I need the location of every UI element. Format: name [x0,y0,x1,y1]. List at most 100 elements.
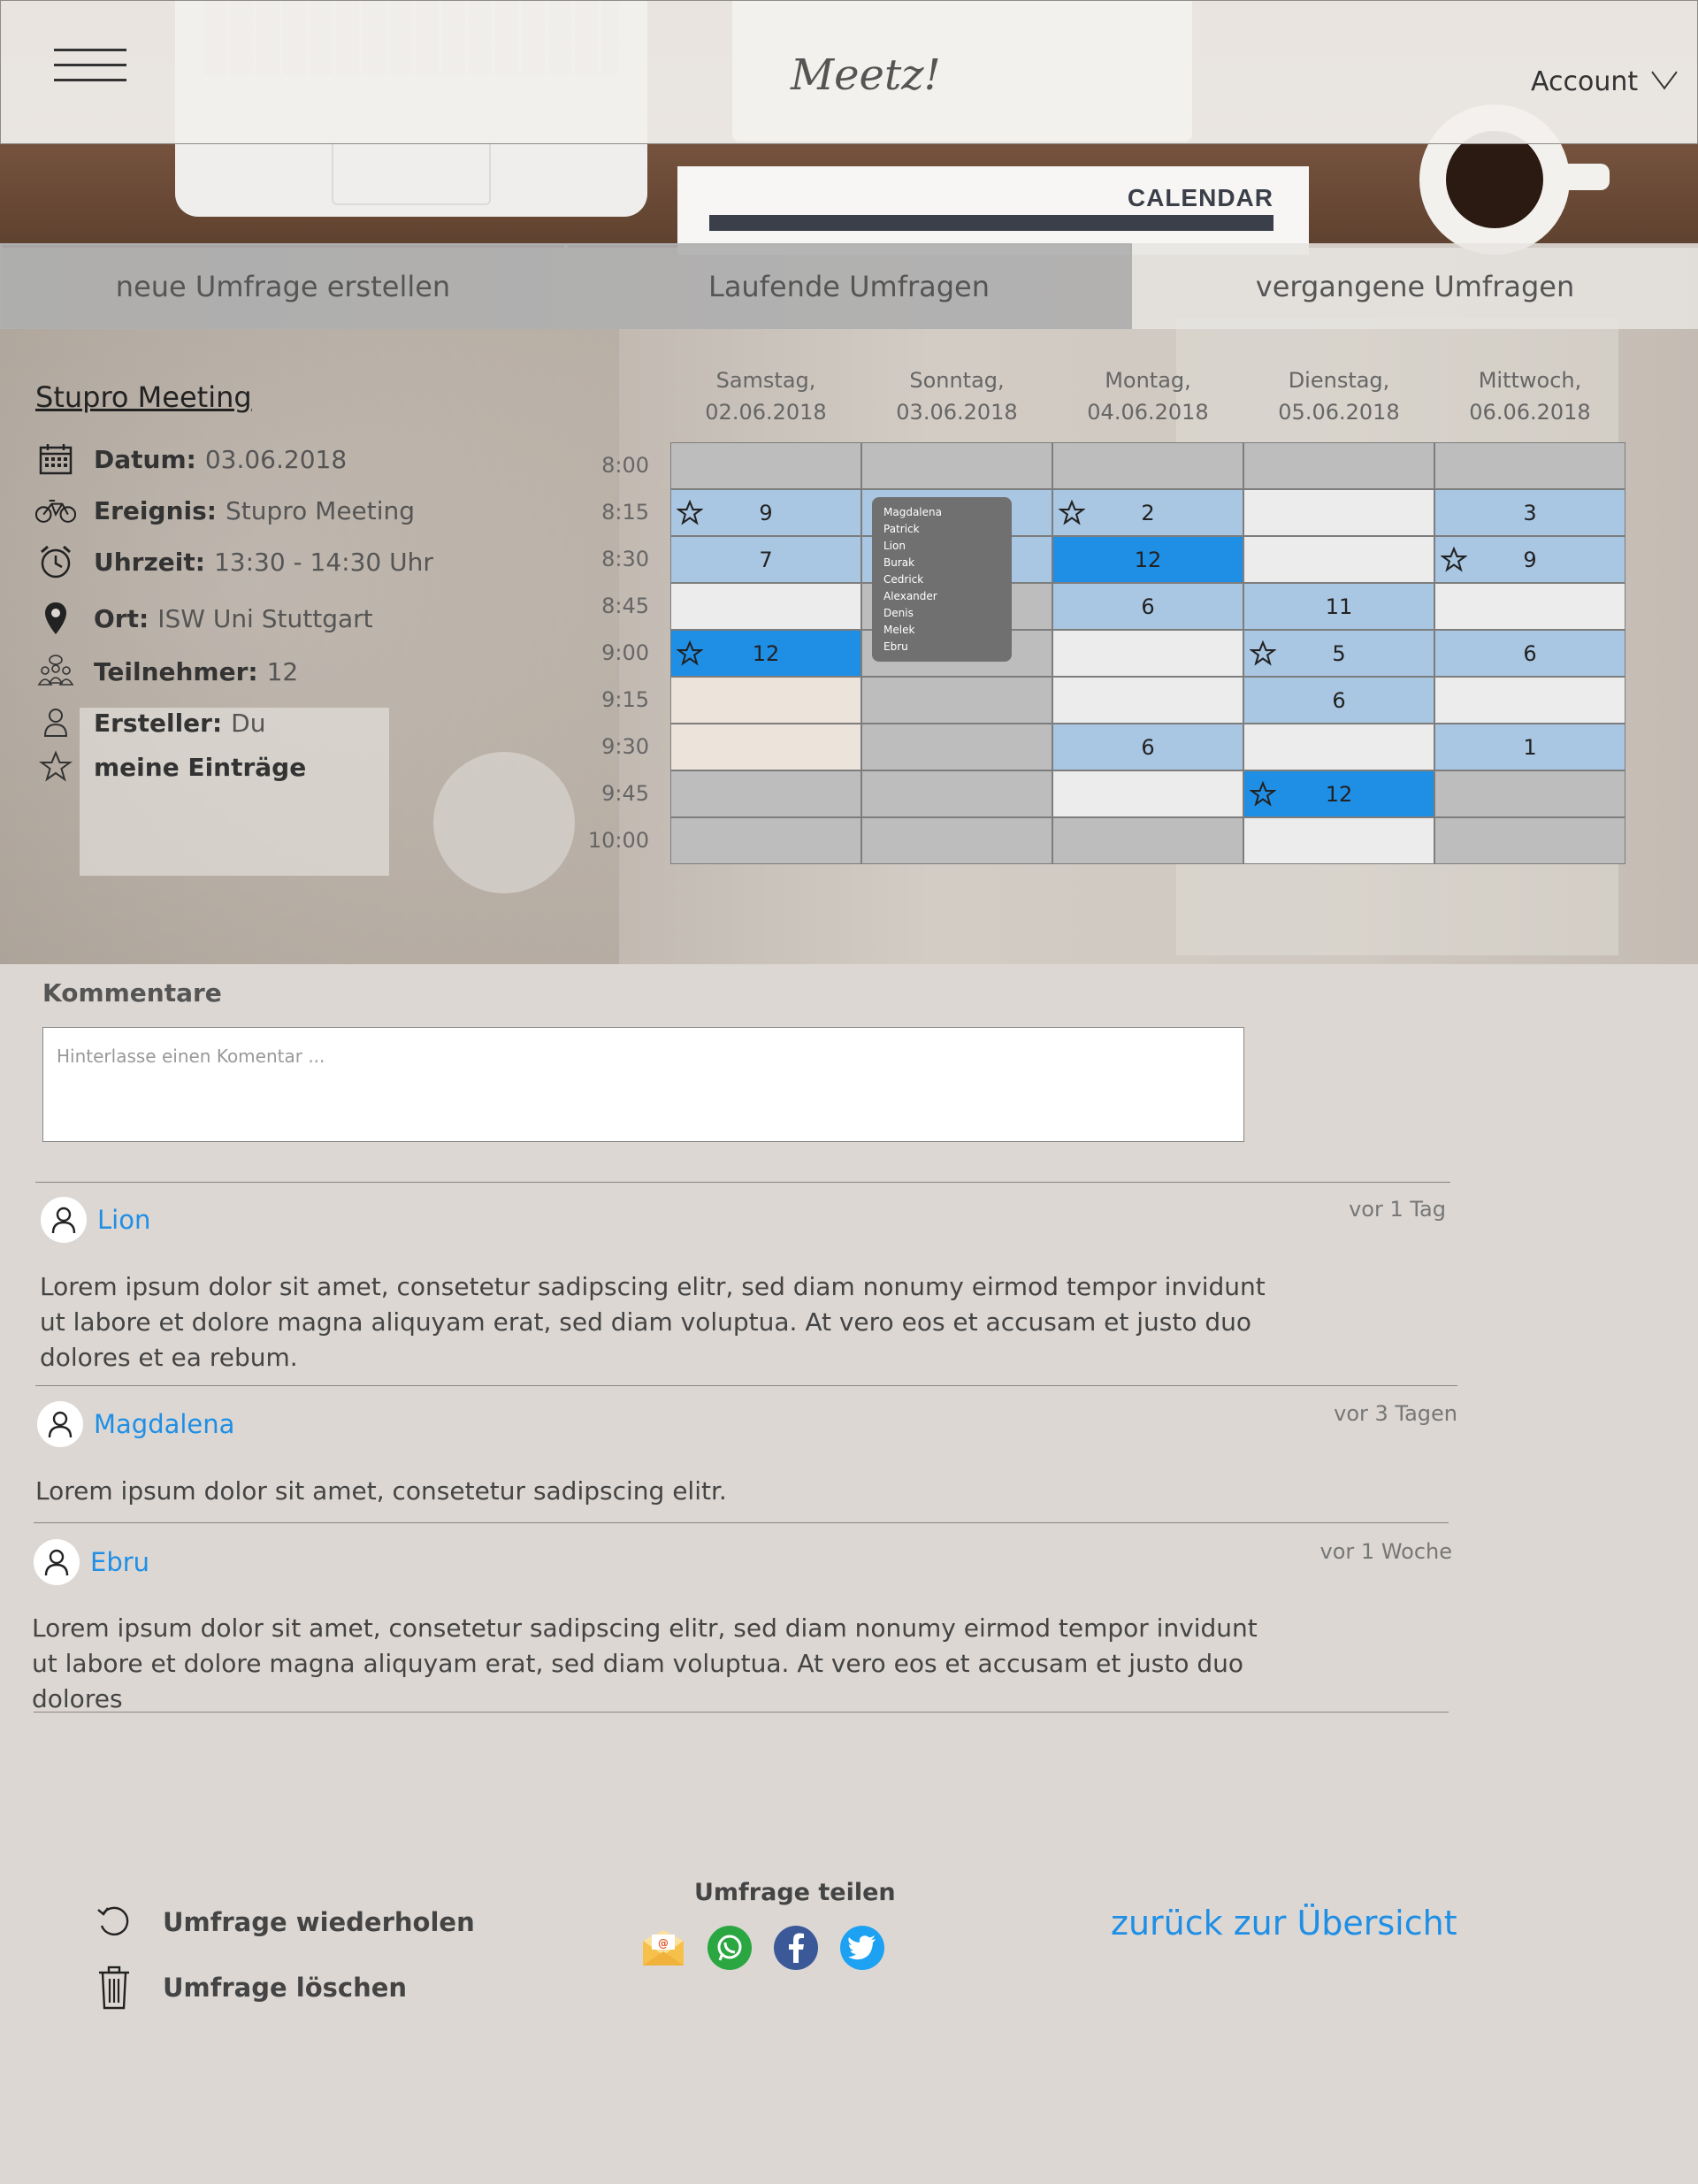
time-slot-cell[interactable]: 12 [1243,770,1434,817]
meta-value: Stupro Meeting [225,495,416,525]
popup-name: Burak [883,556,915,569]
star-icon [1440,546,1468,579]
time-label: 8:00 [601,453,649,478]
whatsapp-icon[interactable] [708,1926,752,1970]
time-slot-cell [1434,817,1625,864]
meta-value: 12 [266,656,299,686]
repeat-survey-button[interactable]: Umfrage wiederholen [92,1898,475,1946]
meta-label: Ort: [94,603,149,633]
time-slot-cell [670,817,861,864]
meta-uhrzeit: Uhrzeit: 13:30 - 14:30 Uhr [35,543,433,580]
time-slot-cell[interactable]: 2 [1052,489,1243,536]
star-icon [1249,780,1277,813]
comment-text: Lorem ipsum dolor sit amet, consetetur s… [35,1476,727,1506]
time-slot-cell[interactable] [1243,817,1434,864]
day-date: 04.06.2018 [1087,400,1209,425]
time-slot-cell[interactable]: 5 [1243,630,1434,677]
comment-author-name: Magdalena [94,1409,235,1439]
trash-icon [92,1964,136,2012]
time-slot-cell[interactable] [1243,724,1434,770]
time-slot-cell[interactable]: 6 [1052,583,1243,630]
comment-author[interactable]: Ebru [34,1539,149,1585]
comment-author[interactable]: Magdalena [37,1401,234,1447]
meta-teilnehmer: Teilnehmer: 12 [35,653,298,690]
meta-value: Du [231,708,266,738]
time-slot-cell[interactable]: 3 [1434,489,1625,536]
time-label: 8:15 [601,500,649,525]
meta-label: Ersteller: [94,708,223,738]
account-menu[interactable]: Account [1531,55,1678,97]
meta-meine-eintraege: meine Einträge [35,748,315,785]
vote-count: 7 [759,547,773,572]
participant-popup: Magdalena Patrick Lion Burak Cedrick Ale… [872,497,1012,662]
time-slot-cell[interactable]: 12 [1052,536,1243,583]
time-label: 9:30 [601,734,649,759]
tab-vergangene-umfragen[interactable]: vergangene Umfragen [1132,243,1698,329]
meeting-title[interactable]: Stupro Meeting [35,380,252,414]
time-slot-cell[interactable]: 9 [670,489,861,536]
time-slot-cell[interactable] [1052,630,1243,677]
time-slot-cell[interactable] [1052,770,1243,817]
time-slot-cell[interactable] [670,583,861,630]
time-slot-cell[interactable]: 6 [1434,630,1625,677]
tab-neue-umfrage[interactable]: neue Umfrage erstellen [0,243,566,329]
calendar-icon [35,441,76,478]
calendar-card-strip [709,215,1274,231]
time-slot-cell[interactable] [1434,583,1625,630]
time-slot-cell[interactable]: 7 [670,536,861,583]
time-slot-cell[interactable] [670,677,861,724]
meta-value: 13:30 - 14:30 Uhr [213,547,433,577]
repeat-icon [92,1898,136,1946]
popup-name: Ebru [883,640,908,653]
time-slot-cell[interactable]: 6 [1243,677,1434,724]
divider [35,1385,1457,1386]
meta-label: Uhrzeit: [94,547,205,577]
time-slot-cell [1052,442,1243,489]
comment-input[interactable]: Hinterlasse einen Komentar ... [42,1027,1244,1142]
popup-name: Melek [883,624,915,636]
hamburger-menu-icon[interactable] [54,49,126,86]
user-icon [35,704,76,741]
time-slot-cell [861,677,1052,724]
comment-time: vor 1 Tag [1349,1197,1446,1222]
back-to-overview-link[interactable]: zurück zur Übersicht [1111,1904,1457,1943]
day-name: Dienstag, [1288,368,1390,393]
time-slot-cell[interactable] [1243,489,1434,536]
email-icon[interactable]: @ [641,1926,685,1970]
day-header: Samstag, 02.06.2018 [670,364,861,428]
time-label: 10:00 [587,828,649,853]
vote-count: 6 [1523,640,1537,666]
popup-name: Cedrick [883,573,924,586]
share-heading: Umfrage teilen [694,1879,896,1906]
calendar-card-title: CALENDAR [1127,184,1274,211]
time-slot-cell[interactable]: 11 [1243,583,1434,630]
alarm-clock-icon [35,543,76,580]
meta-label: Ereignis: [94,495,217,525]
day-date: 05.06.2018 [1278,400,1400,425]
vote-count: 12 [752,640,780,666]
time-slot-cell[interactable] [1243,536,1434,583]
time-slot-cell [861,442,1052,489]
time-slot-cell[interactable] [1434,677,1625,724]
time-slot-cell [861,724,1052,770]
tab-laufende-umfragen[interactable]: Laufende Umfragen [566,243,1132,329]
time-slot-cell[interactable]: 9 [1434,536,1625,583]
time-slot-cell[interactable] [1052,677,1243,724]
vote-count: 11 [1325,594,1353,619]
day-date: 02.06.2018 [705,400,827,425]
time-slot-cell[interactable]: 6 [1052,724,1243,770]
time-slot-cell[interactable] [670,724,861,770]
comment-text: Lorem ipsum dolor sit amet, consetetur s… [40,1272,1266,1372]
app-logo[interactable]: Meetz! [791,50,941,100]
time-label: 8:45 [601,594,649,618]
vote-count: 5 [1332,640,1346,666]
day-date: 03.06.2018 [896,400,1018,425]
time-slot-cell[interactable]: 1 [1434,724,1625,770]
comment-author[interactable]: Lion [41,1197,150,1243]
delete-survey-button[interactable]: Umfrage löschen [92,1964,407,2012]
facebook-icon[interactable] [774,1926,818,1970]
time-slot-cell [1052,817,1243,864]
time-slot-cell[interactable]: 12 [670,630,861,677]
vote-count: 3 [1523,500,1537,525]
twitter-icon[interactable] [840,1926,884,1970]
